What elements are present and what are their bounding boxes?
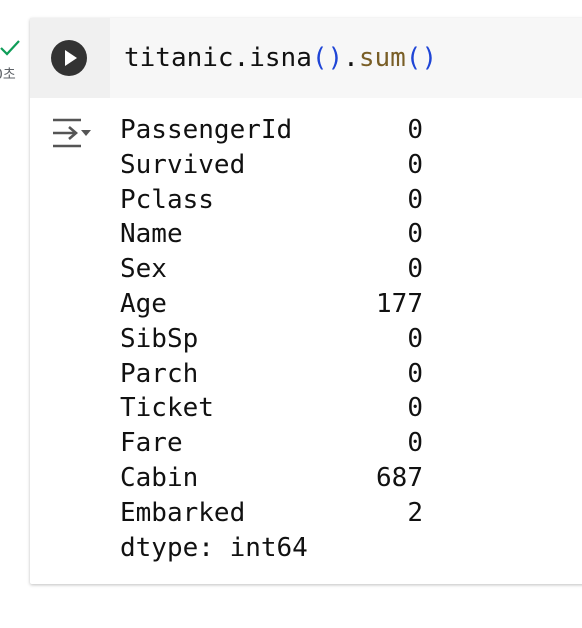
output-row: PassengerId 0 [120, 113, 423, 148]
output-row: Parch 0 [120, 357, 423, 392]
output-null-count: 0 [407, 323, 423, 354]
output-null-count: 0 [407, 393, 423, 424]
cell-output: PassengerId 0 Survived 0 Pclass 0 Name 0 Sex 0 Age… [30, 98, 582, 584]
output-null-count: 0 [407, 149, 423, 180]
output-text: PassengerId 0 Survived 0 Pclass 0 Name 0 Sex 0 Age… [120, 113, 423, 565]
code-dot: . [343, 43, 359, 73]
code-cell-input: titanic.isna().sum() [30, 18, 582, 98]
code-method-isna: isna [249, 43, 312, 73]
output-dtype: dtype: int64 [120, 532, 308, 563]
code-cell[interactable]: titanic.isna().sum() PassengerId 0 Survive… [30, 18, 582, 584]
code-paren-close: ) [327, 43, 344, 73]
output-null-count: 687 [376, 462, 423, 493]
check-icon [0, 40, 20, 56]
output-actions-button[interactable] [50, 116, 92, 150]
output-null-count: 0 [407, 358, 423, 389]
code-editor[interactable]: titanic.isna().sum() [110, 18, 582, 98]
output-row: Age 177 [120, 287, 423, 322]
output-row: SibSp 0 [120, 322, 423, 357]
output-row: Cabin 687 [120, 461, 423, 496]
output-row: Name 0 [120, 217, 423, 252]
code-object: titanic [124, 43, 234, 73]
run-gutter [30, 18, 110, 98]
run-cell-button[interactable] [51, 40, 87, 76]
output-row: Ticket 0 [120, 391, 423, 426]
code-dot: . [233, 43, 250, 73]
output-row: Sex 0 [120, 252, 423, 287]
code-paren-open: ( [311, 43, 328, 73]
code-method-sum: sum [358, 43, 406, 73]
output-null-count: 0 [407, 184, 423, 215]
code-paren-close: ) [421, 43, 438, 73]
output-row: Survived 0 [120, 148, 423, 183]
output-null-count: 0 [407, 428, 423, 459]
cell-execution-status: 0초 [0, 38, 26, 88]
output-row: Fare 0 [120, 426, 423, 461]
output-row: Pclass 0 [120, 183, 423, 218]
output-null-count: 177 [376, 288, 423, 319]
output-collapse-icon [53, 118, 91, 148]
code-paren-open: ( [405, 43, 422, 73]
output-null-count: 0 [407, 254, 423, 285]
play-icon [65, 50, 77, 66]
output-row: Embarked 2 [120, 496, 423, 531]
execution-time: 0초 [0, 67, 16, 83]
output-null-count: 0 [407, 219, 423, 250]
code-line: titanic.isna().sum() [124, 40, 437, 76]
output-null-count: 2 [407, 497, 423, 528]
output-null-count: 0 [407, 115, 423, 145]
